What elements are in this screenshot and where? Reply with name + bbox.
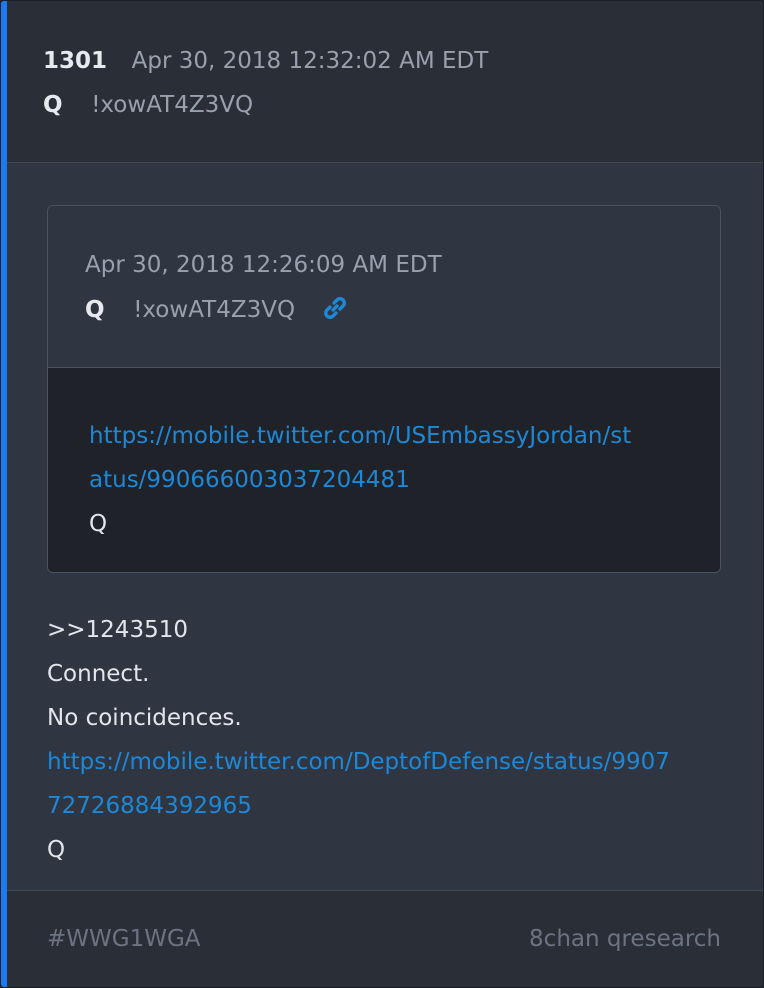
post-header: 1301 Apr 30, 2018 12:32:02 AM EDT Q !xow… [7, 1, 763, 163]
reply-reference[interactable]: >>1243510 [47, 608, 743, 652]
tweet-link[interactable]: https://mobile.twitter.com/DeptofDefense… [47, 740, 743, 828]
quoted-post-header: Apr 30, 2018 12:26:09 AM EDT Q !xowAT4Z3… [48, 206, 720, 368]
quoted-post: Apr 30, 2018 12:26:09 AM EDT Q !xowAT4Z3… [47, 205, 721, 573]
post-signature: Q [47, 837, 66, 863]
link-line1: https://mobile.twitter.com/DeptofDefense… [47, 749, 670, 775]
post-card: 1301 Apr 30, 2018 12:32:02 AM EDT Q !xow… [0, 0, 764, 988]
post-date: Apr 30, 2018 12:32:02 AM EDT [131, 48, 489, 74]
quoted-post-date: Apr 30, 2018 12:26:09 AM EDT [85, 252, 442, 278]
quoted-link-line2: atus/990666003037204481 [89, 467, 410, 493]
body-line-coincidences: No coincidences. [47, 705, 242, 731]
post-author: Q [43, 92, 63, 118]
link-line2: 72726884392965 [47, 793, 252, 819]
source-label: 8chan qresearch [529, 926, 721, 952]
quoted-link-line1: https://mobile.twitter.com/USEmbassyJord… [89, 423, 632, 449]
quoted-post-tripcode: !xowAT4Z3VQ [133, 297, 296, 323]
hashtag: #WWG1WGA [47, 926, 201, 952]
post-body: >>1243510 Connect. No coincidences. http… [47, 608, 743, 872]
quoted-post-body: https://mobile.twitter.com/USEmbassyJord… [48, 368, 720, 572]
quoted-post-author: Q [85, 297, 105, 323]
post-tripcode: !xowAT4Z3VQ [91, 92, 254, 118]
body-line-connect: Connect. [47, 661, 150, 687]
link-icon[interactable] [322, 295, 348, 321]
quoted-tweet-link[interactable]: https://mobile.twitter.com/USEmbassyJord… [89, 414, 710, 502]
quoted-signature: Q [89, 511, 108, 537]
post-number: 1301 [43, 48, 108, 74]
